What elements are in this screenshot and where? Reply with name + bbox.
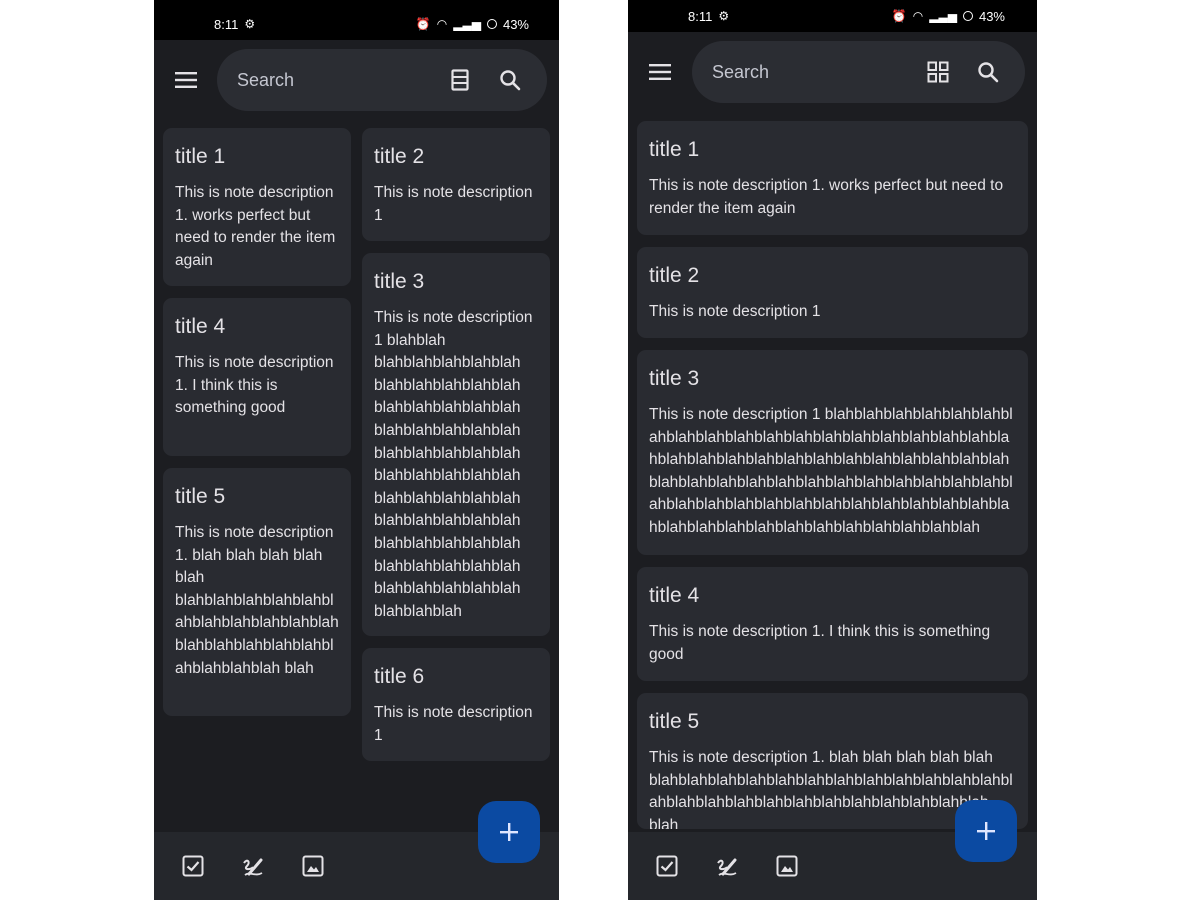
- signal-icon: ▂▃▅: [453, 17, 481, 31]
- add-icon: [500, 823, 518, 841]
- draw-icon: [717, 858, 737, 876]
- new-drawing-button[interactable]: [240, 853, 266, 879]
- alarm-icon: ⏰: [891, 9, 907, 23]
- image-icon: [776, 855, 798, 877]
- settings-icon: ⚙: [244, 17, 256, 31]
- view-toggle-button[interactable]: [443, 63, 477, 97]
- status-bar: 8:11 ⚙ ⏰ ◠ ▂▃▅ 43%: [154, 0, 559, 40]
- search-icon: [978, 62, 999, 83]
- note-title: title 5: [649, 710, 700, 733]
- signal-icon: ▂▃▅: [929, 9, 957, 23]
- note-description: This is note description 1 blahblahblahb…: [649, 406, 1013, 536]
- checkbox-icon: [182, 855, 204, 877]
- new-drawing-button[interactable]: [714, 853, 740, 879]
- search-button[interactable]: [971, 55, 1005, 89]
- note-description: This is note description 1. I think this…: [175, 354, 334, 417]
- add-note-button[interactable]: [478, 801, 540, 863]
- search-bar[interactable]: Search: [217, 49, 547, 111]
- note-title: title 2: [649, 264, 700, 287]
- grid-view-icon: [927, 61, 949, 83]
- search-input[interactable]: Search: [237, 70, 427, 91]
- view-toggle-button[interactable]: [921, 55, 955, 89]
- new-checklist-button[interactable]: [654, 853, 680, 879]
- battery-level: 43%: [502, 16, 529, 32]
- note-description: This is note description 1. works perfec…: [175, 184, 336, 269]
- status-bar: 8:11 ⚙ ⏰ ◠ ▂▃▅ 43%: [628, 0, 1037, 32]
- note-title: title 1: [175, 145, 226, 168]
- image-icon: [302, 855, 324, 877]
- add-note-button[interactable]: [955, 800, 1017, 862]
- note-card[interactable]: title 1 This is note description 1. work…: [163, 128, 351, 286]
- note-card[interactable]: title 5 This is note description 1. blah…: [163, 468, 351, 716]
- note-description: This is note description 1. blah blah bl…: [175, 524, 339, 677]
- battery-icon: [962, 11, 973, 21]
- menu-button[interactable]: [169, 63, 203, 97]
- settings-icon: ⚙: [718, 9, 730, 23]
- note-card[interactable]: title 4 This is note description 1. I th…: [637, 567, 1028, 681]
- note-title: title 6: [374, 665, 425, 688]
- status-time: 8:11: [214, 16, 239, 32]
- note-title: title 3: [649, 367, 700, 390]
- checkbox-icon: [656, 855, 678, 877]
- note-description: This is note description 1: [374, 704, 533, 744]
- search-input[interactable]: Search: [712, 62, 905, 83]
- note-card[interactable]: title 3 This is note description 1 blahb…: [362, 253, 550, 636]
- note-card[interactable]: title 6 This is note description 1: [362, 648, 550, 761]
- note-card[interactable]: title 2 This is note description 1: [362, 128, 550, 241]
- wifi-icon: ◠: [436, 17, 448, 31]
- menu-icon: [175, 72, 197, 88]
- note-card[interactable]: title 3 This is note description 1 blahb…: [637, 350, 1028, 555]
- note-title: title 2: [374, 145, 425, 168]
- search-bar[interactable]: Search: [692, 41, 1025, 103]
- battery-level: 43%: [978, 8, 1005, 24]
- alarm-icon: ⏰: [415, 17, 431, 31]
- status-time: 8:11: [688, 8, 713, 24]
- note-description: This is note description 1. works perfec…: [649, 177, 1004, 217]
- note-description: This is note description 1. I think this…: [649, 623, 991, 663]
- phone-screen-grid-view: 8:11 ⚙ ⏰ ◠ ▂▃▅ 43% Search title 1 This i…: [154, 0, 559, 900]
- new-image-button[interactable]: [774, 853, 800, 879]
- note-card[interactable]: title 1 This is note description 1. work…: [637, 121, 1028, 235]
- note-description: This is note description 1 blahblah blah…: [374, 309, 533, 620]
- note-title: title 4: [649, 584, 700, 607]
- phone-screen-list-view: 8:11 ⚙ ⏰ ◠ ▂▃▅ 43% Search title 1 This i…: [628, 0, 1037, 900]
- note-card[interactable]: title 4 This is note description 1. I th…: [163, 298, 351, 456]
- battery-icon: [486, 19, 497, 29]
- wifi-icon: ◠: [912, 9, 924, 23]
- new-checklist-button[interactable]: [180, 853, 206, 879]
- search-button[interactable]: [493, 63, 527, 97]
- add-icon: [977, 822, 995, 840]
- search-icon: [500, 70, 521, 91]
- note-title: title 1: [649, 138, 700, 161]
- note-description: This is note description 1: [649, 303, 821, 320]
- note-card[interactable]: title 2 This is note description 1: [637, 247, 1028, 338]
- new-image-button[interactable]: [300, 853, 326, 879]
- note-title: title 3: [374, 270, 425, 293]
- list-view-icon: [451, 69, 469, 91]
- note-title: title 5: [175, 485, 226, 508]
- draw-icon: [243, 858, 263, 876]
- menu-icon: [649, 64, 671, 80]
- note-description: This is note description 1: [374, 184, 533, 224]
- note-title: title 4: [175, 315, 226, 338]
- menu-button[interactable]: [643, 55, 677, 89]
